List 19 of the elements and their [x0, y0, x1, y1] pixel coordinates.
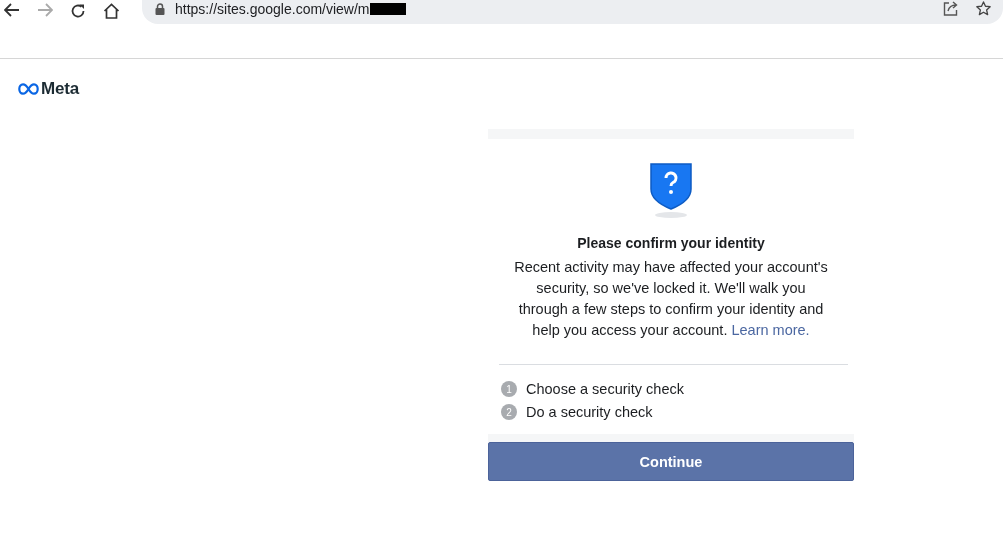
brand-name: Meta: [41, 79, 79, 99]
share-icon[interactable]: [943, 1, 959, 16]
step-number-badge: 2: [501, 404, 517, 420]
shield-question-icon: [650, 163, 692, 219]
address-bar[interactable]: https://sites.google.com/view/m: [142, 0, 1003, 24]
home-icon[interactable]: [103, 3, 120, 19]
card-title: Please confirm your identity: [577, 235, 765, 251]
lock-icon: [155, 3, 165, 15]
back-icon[interactable]: [4, 3, 20, 17]
step-number-badge: 1: [501, 381, 517, 397]
step-label: Choose a security check: [526, 381, 684, 397]
url-text: https://sites.google.com/view/m: [175, 1, 370, 17]
star-icon[interactable]: [976, 1, 991, 16]
learn-more-link[interactable]: Learn more.: [731, 322, 810, 338]
card-description: Recent activity may have affected your account's security, so we've locked it. We'll walk you through a few steps to confirm your identity and help you access your account. Learn more.: [513, 258, 829, 340]
reload-icon[interactable]: [70, 3, 86, 19]
infinity-logo-icon: [18, 83, 39, 95]
continue-button[interactable]: Continue: [488, 442, 854, 481]
step-label: Do a security check: [526, 404, 653, 420]
